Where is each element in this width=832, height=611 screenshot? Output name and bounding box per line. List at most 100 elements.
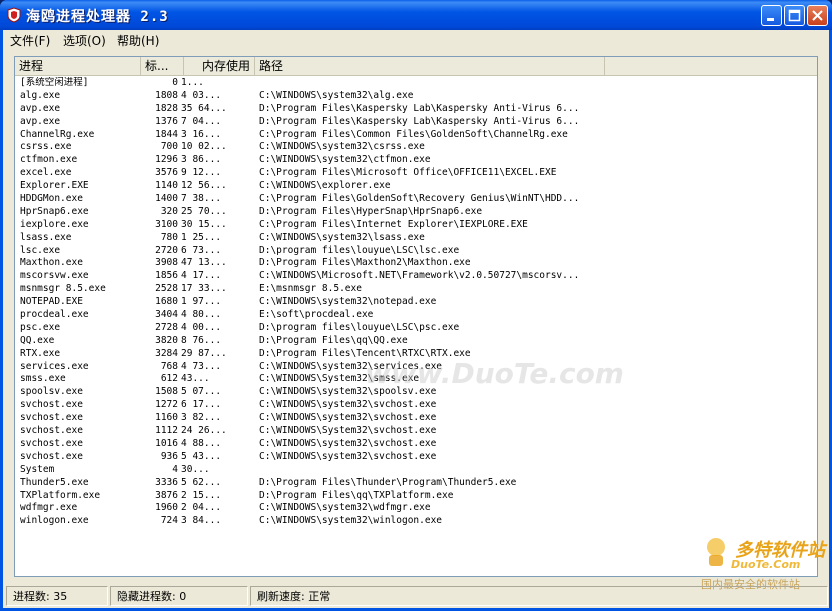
process-list[interactable]: 进程 标... 内存使用 路径 [系统空闲进程] 0 1... alg.exe 1808… — [14, 56, 818, 577]
column-header-process[interactable]: 进程 — [15, 57, 141, 75]
pid-cell: 1808 — [155, 89, 178, 101]
pid-cell: 768 — [160, 360, 178, 372]
process-name-cell: Explorer.EXE — [20, 180, 89, 192]
pid-cell: 1680 — [155, 296, 178, 308]
path-cell: D:\Program Files\Kaspersky Lab\Kaspersky… — [259, 115, 580, 127]
table-row[interactable]: csrss.exe 700 10 02... C:\WINDOWS\system32\… — [15, 141, 817, 154]
table-row[interactable]: ctfmon.exe 1296 3 86... C:\WINDOWS\system32… — [15, 154, 817, 167]
table-row[interactable]: lsc.exe 2720 6 73... D:\program files\louyu… — [15, 245, 817, 258]
memory-cell: 4 03... — [181, 89, 222, 101]
app-icon — [7, 7, 21, 23]
pid-cell: 3404 — [155, 309, 178, 321]
table-row[interactable]: psc.exe 2728 4 00... D:\program files\louyu… — [15, 322, 817, 335]
table-row[interactable]: TXPlatform.exe 3876 2 15... D:\Program File… — [15, 490, 817, 503]
table-row[interactable]: HprSnap6.exe 320 25 70... D:\Program Files\… — [15, 206, 817, 219]
column-header-empty — [605, 57, 817, 75]
table-row[interactable]: msnmsgr 8.5.exe 2528 17 33... E:\msnmsgr 8.… — [15, 283, 817, 296]
menu-help[interactable]: 帮助(H) — [117, 32, 159, 49]
column-header-memory[interactable]: 内存使用 — [184, 57, 255, 75]
table-row[interactable]: svchost.exe 1016 4 88... C:\WINDOWS\system3… — [15, 438, 817, 451]
pid-cell: 780 — [160, 231, 178, 243]
path-cell: C:\WINDOWS\system32\svchost.exe — [259, 437, 437, 449]
process-name-cell: smss.exe — [20, 373, 66, 385]
path-cell: C:\WINDOWS\system32\ctfmon.exe — [259, 154, 431, 166]
memory-cell: 1 97... — [181, 296, 222, 308]
table-row[interactable]: winlogon.exe 724 3 84... C:\WINDOWS\system3… — [15, 515, 817, 528]
table-row[interactable]: mscorsvw.exe 1856 4 17... C:\WINDOWS\Micros… — [15, 270, 817, 283]
memory-cell: 3 82... — [181, 412, 222, 424]
path-cell: D:\Program Files\qq\TXPlatform.exe — [259, 489, 454, 501]
pid-cell: 320 — [160, 205, 178, 217]
table-row[interactable]: [系统空闲进程] 0 1... — [15, 77, 817, 90]
menu-file[interactable]: 文件(F) — [10, 32, 50, 49]
table-row[interactable]: ChannelRg.exe 1844 3 16... C:\Program Files… — [15, 129, 817, 142]
path-cell: C:\WINDOWS\system32\svchost.exe — [259, 399, 437, 411]
process-name-cell: svchost.exe — [20, 399, 83, 411]
process-name-cell: msnmsgr 8.5.exe — [20, 283, 106, 295]
table-row[interactable]: svchost.exe 1272 6 17... C:\WINDOWS\system3… — [15, 399, 817, 412]
title-bar[interactable]: 海鸥进程处理器 2.3 — [0, 0, 832, 30]
table-row[interactable]: svchost.exe 1160 3 82... C:\WINDOWS\system3… — [15, 412, 817, 425]
close-button[interactable] — [807, 5, 828, 26]
table-row[interactable]: QQ.exe 3820 8 76... D:\Program Files\qq\QQ.… — [15, 335, 817, 348]
path-cell: C:\Program Files\Microsoft Office\OFFICE… — [259, 167, 557, 179]
memory-cell: 24 26... — [181, 425, 227, 437]
memory-cell: 17 33... — [181, 283, 227, 295]
maximize-button[interactable] — [784, 5, 805, 26]
menu-bar: 文件(F) 选项(O) 帮助(H) — [3, 30, 829, 50]
table-row[interactable]: Maxthon.exe 3908 47 13... D:\Program Files\… — [15, 257, 817, 270]
pid-cell: 1508 — [155, 386, 178, 398]
memory-cell: 1 25... — [181, 231, 222, 243]
pid-cell: 1828 — [155, 102, 178, 114]
table-row[interactable]: avp.exe 1376 7 04... D:\Program Files\Kaspe… — [15, 116, 817, 129]
memory-cell: 2 15... — [181, 489, 222, 501]
column-header-pid[interactable]: 标... — [141, 57, 184, 75]
path-cell: D:\Program Files\Maxthon2\Maxthon.exe — [259, 257, 471, 269]
status-hidden-count: 隐藏进程数: 0 — [110, 586, 248, 606]
table-row[interactable]: alg.exe 1808 4 03... C:\WINDOWS\system32\al… — [15, 90, 817, 103]
pid-cell: 1844 — [155, 128, 178, 140]
table-row[interactable]: svchost.exe 1112 24 26... C:\WINDOWS\System… — [15, 425, 817, 438]
path-cell: C:\WINDOWS\system32\svchost.exe — [259, 450, 437, 462]
table-row[interactable]: excel.exe 3576 9 12... C:\Program Files\Mic… — [15, 167, 817, 180]
table-row[interactable]: iexplore.exe 3100 30 15... C:\Program Files… — [15, 219, 817, 232]
path-cell: D:\Program Files\qq\QQ.exe — [259, 334, 408, 346]
pid-cell: 3100 — [155, 218, 178, 230]
table-row[interactable]: svchost.exe 936 5 43... C:\WINDOWS\system32… — [15, 451, 817, 464]
pid-cell: 1296 — [155, 154, 178, 166]
pid-cell: 3820 — [155, 334, 178, 346]
pid-cell: 0 — [172, 77, 178, 88]
pid-cell: 1160 — [155, 412, 178, 424]
process-name-cell: alg.exe — [20, 89, 61, 101]
pid-cell: 2728 — [155, 321, 178, 333]
minimize-button[interactable] — [761, 5, 782, 26]
table-row[interactable]: HDDGMon.exe 1400 7 38... C:\Program Files\G… — [15, 193, 817, 206]
table-row[interactable]: Explorer.EXE 1140 12 56... C:\WINDOWS\explo… — [15, 180, 817, 193]
pid-cell: 4 — [172, 463, 178, 475]
pid-cell: 1016 — [155, 437, 178, 449]
status-refresh-speed: 刷新速度: 正常 — [250, 586, 828, 606]
process-name-cell: ctfmon.exe — [20, 154, 78, 166]
process-name-cell: lsc.exe — [20, 244, 61, 256]
process-name-cell: psc.exe — [20, 321, 61, 333]
table-row[interactable]: NOTEPAD.EXE 1680 1 97... C:\WINDOWS\system3… — [15, 296, 817, 309]
pid-cell: 3284 — [155, 347, 178, 359]
table-row[interactable]: avp.exe 1828 35 64... D:\Program Files\Kasp… — [15, 103, 817, 116]
table-row[interactable]: lsass.exe 780 1 25... C:\WINDOWS\system32\l… — [15, 232, 817, 245]
path-cell: E:\msnmsgr 8.5.exe — [259, 283, 362, 295]
memory-cell: 1... — [181, 77, 204, 88]
process-name-cell: svchost.exe — [20, 437, 83, 449]
menu-options[interactable]: 选项(O) — [63, 32, 106, 49]
memory-cell: 4 80... — [181, 309, 222, 321]
memory-cell: 3 84... — [181, 515, 222, 527]
memory-cell: 6 73... — [181, 244, 222, 256]
memory-cell: 30... — [181, 463, 210, 475]
table-row[interactable]: System 4 30... — [15, 464, 817, 477]
column-header-path[interactable]: 路径 — [255, 57, 605, 75]
process-name-cell: services.exe — [20, 360, 89, 372]
list-rows: [系统空闲进程] 0 1... alg.exe 1808 4 03... C:\WINDOW… — [15, 77, 817, 528]
table-row[interactable]: procdeal.exe 3404 4 80... E:\soft\procdeal.… — [15, 309, 817, 322]
memory-cell: 7 04... — [181, 115, 222, 127]
table-row[interactable]: Thunder5.exe 3336 5 62... D:\Program Files\… — [15, 477, 817, 490]
table-row[interactable]: wdfmgr.exe 1960 2 04... C:\WINDOWS\system32… — [15, 502, 817, 515]
